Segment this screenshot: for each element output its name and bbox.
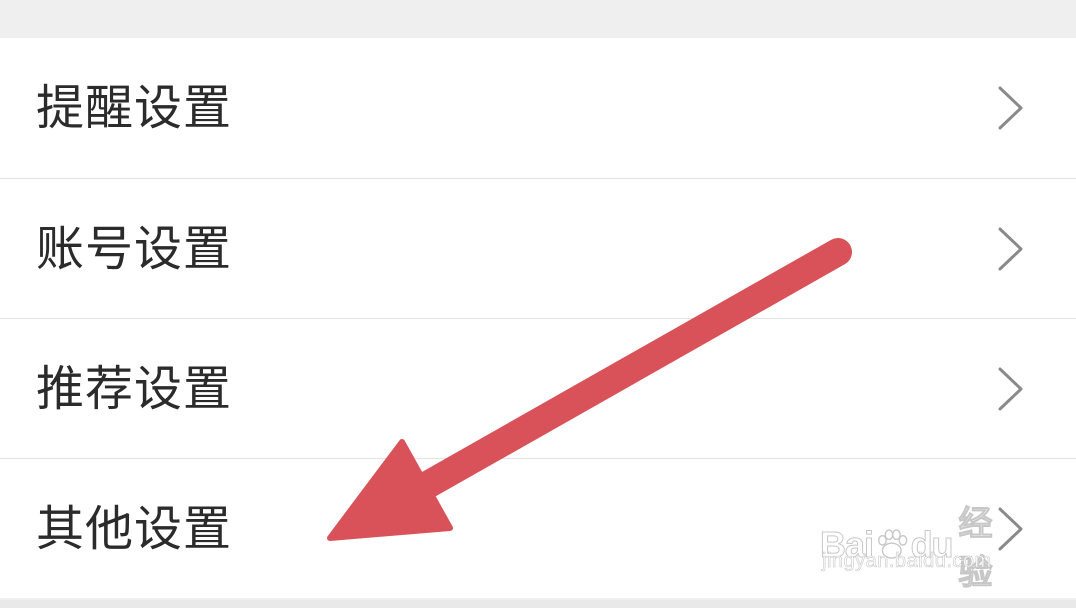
bottom-spacer: [0, 600, 1076, 608]
settings-item-reminder[interactable]: 提醒设置: [0, 38, 1076, 178]
settings-page: 提醒设置 账号设置 推荐设置 其他设置 Bai du 经验 jingyan.ba…: [0, 0, 1076, 608]
watermark-logo: Bai du 经验: [819, 496, 1020, 594]
chevron-right-icon: [998, 227, 1023, 270]
chevron-right-icon: [998, 367, 1023, 410]
settings-item-label: 账号设置: [36, 220, 233, 277]
settings-item-label: 推荐设置: [36, 360, 233, 417]
chevron-right-icon: [998, 86, 1023, 130]
settings-item-label: 提醒设置: [36, 80, 233, 136]
settings-item-account[interactable]: 账号设置: [0, 178, 1076, 318]
top-spacer: [0, 0, 1076, 38]
settings-item-recommendation[interactable]: 推荐设置: [0, 318, 1076, 458]
watermark-url: jingyan.baidu.com: [822, 550, 992, 573]
baidu-jingyan-watermark: Bai du 经验 jingyan.baidu.com: [819, 492, 1020, 594]
settings-item-label: 其他设置: [36, 500, 233, 557]
watermark-brand-cn: 经验: [958, 504, 993, 594]
